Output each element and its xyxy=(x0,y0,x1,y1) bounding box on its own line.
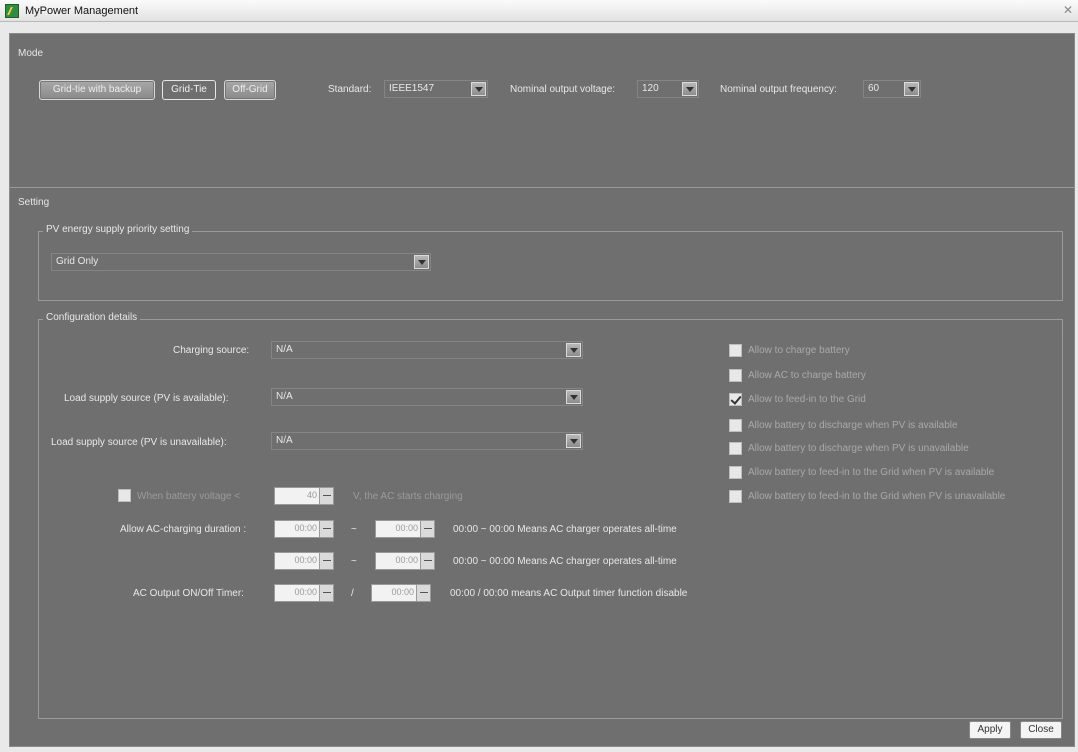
ac-time1-start-value: 00:00 xyxy=(294,523,317,533)
allow-ac-charge-battery-label: Allow AC to charge battery xyxy=(748,370,866,381)
load-pv-available-value: N/A xyxy=(276,391,293,402)
main-panel: Mode Grid-tie with backup Grid-Tie Off-G… xyxy=(9,33,1075,747)
allow-discharge-pv-unavailable-checkbox[interactable] xyxy=(729,442,742,455)
allow-battery-feed-in-pv-unavailable-label: Allow battery to feed-in to the Grid whe… xyxy=(748,491,1006,502)
charging-source-value: N/A xyxy=(276,344,293,355)
mode-section-title: Mode xyxy=(18,48,44,59)
time2-separator: ~ xyxy=(351,556,357,567)
battery-voltage-checkbox[interactable] xyxy=(118,489,131,502)
standard-label: Standard: xyxy=(328,84,372,95)
battery-voltage-spinner[interactable]: 40 xyxy=(274,487,334,505)
pv-priority-select[interactable]: Grid Only xyxy=(51,253,431,271)
config-details-legend: Configuration details xyxy=(43,312,141,323)
pv-priority-value: Grid Only xyxy=(56,256,99,267)
spinner-icon[interactable] xyxy=(319,521,333,537)
frequency-label: Nominal output frequency: xyxy=(720,84,837,95)
pv-priority-legend: PV energy supply priority setting xyxy=(43,224,193,235)
scroll-rail xyxy=(1062,334,1063,684)
chevron-down-icon xyxy=(471,82,486,96)
timer-separator: / xyxy=(351,588,354,599)
ac-time1-start-spinner[interactable]: 00:00 xyxy=(274,520,334,538)
load-pv-unavailable-value: N/A xyxy=(276,435,293,446)
chevron-down-icon xyxy=(566,343,581,357)
battery-voltage-value: 40 xyxy=(306,490,317,500)
ac-time1-end-spinner[interactable]: 00:00 xyxy=(375,520,435,538)
allow-feed-in-grid-checkbox[interactable] xyxy=(729,393,742,406)
section-divider xyxy=(10,187,1074,188)
voltage-select[interactable]: 120 xyxy=(637,80,699,98)
mode-off-grid-button[interactable]: Off-Grid xyxy=(224,80,276,100)
spinner-icon[interactable] xyxy=(319,488,333,504)
close-button[interactable]: Close xyxy=(1020,721,1062,739)
ac-timer-on-spinner[interactable]: 00:00 xyxy=(274,584,334,602)
allow-battery-feed-in-pv-available-checkbox[interactable] xyxy=(729,466,742,479)
ac-time2-start-value: 00:00 xyxy=(294,555,317,565)
ac-timer-off-spinner[interactable]: 00:00 xyxy=(371,584,431,602)
config-details-group xyxy=(38,319,1063,719)
voltage-label: Nominal output voltage: xyxy=(510,84,616,95)
chevron-down-icon xyxy=(566,390,581,404)
window-title: MyPower Management xyxy=(25,5,139,17)
mode-grid-tie-button[interactable]: Grid-Tie xyxy=(162,80,216,100)
close-icon[interactable]: ✕ xyxy=(1061,3,1075,17)
load-pv-available-select[interactable]: N/A xyxy=(271,388,583,406)
allow-discharge-pv-available-label: Allow battery to discharge when PV is av… xyxy=(748,420,958,431)
frequency-select[interactable]: 60 xyxy=(863,80,921,98)
load-pv-unavailable-select[interactable]: N/A xyxy=(271,432,583,450)
ac-time2-end-value: 00:00 xyxy=(395,555,418,565)
load-pv-unavailable-label: Load supply source (PV is unavailable): xyxy=(51,437,227,448)
chevron-down-icon xyxy=(566,434,581,448)
spinner-icon[interactable] xyxy=(420,521,434,537)
charging-source-select[interactable]: N/A xyxy=(271,341,583,359)
spinner-icon[interactable] xyxy=(319,553,333,569)
time2-note: 00:00 ~ 00:00 Means AC charger operates … xyxy=(453,556,677,567)
ac-time2-end-spinner[interactable]: 00:00 xyxy=(375,552,435,570)
timer-note: 00:00 / 00:00 means AC Output timer func… xyxy=(450,588,688,599)
standard-value: IEEE1547 xyxy=(389,83,435,94)
allow-battery-feed-in-pv-unavailable-checkbox[interactable] xyxy=(729,490,742,503)
allow-battery-feed-in-pv-available-label: Allow battery to feed-in to the Grid whe… xyxy=(748,467,995,478)
app-icon xyxy=(5,4,19,18)
allow-feed-in-grid-label: Allow to feed-in to the Grid xyxy=(748,394,866,405)
time1-separator: ~ xyxy=(351,524,357,535)
chevron-down-icon xyxy=(904,82,919,96)
ac-timer-label: AC Output ON/Off Timer: xyxy=(133,588,244,599)
spinner-icon[interactable] xyxy=(319,585,333,601)
time1-note: 00:00 ~ 00:00 Means AC charger operates … xyxy=(453,524,677,535)
ac-duration-label: Allow AC-charging duration : xyxy=(120,524,247,535)
chevron-down-icon xyxy=(682,82,697,96)
load-pv-available-label: Load supply source (PV is available): xyxy=(64,393,229,404)
ac-time2-start-spinner[interactable]: 00:00 xyxy=(274,552,334,570)
allow-charge-battery-label: Allow to charge battery xyxy=(748,345,850,356)
setting-section-title: Setting xyxy=(18,197,50,208)
allow-charge-battery-checkbox[interactable] xyxy=(729,344,742,357)
charging-source-label: Charging source: xyxy=(173,345,250,356)
frequency-value: 60 xyxy=(868,83,880,94)
chevron-down-icon xyxy=(414,255,429,269)
title-bar: MyPower Management ✕ xyxy=(0,0,1078,22)
allow-ac-charge-battery-checkbox[interactable] xyxy=(729,369,742,382)
battery-voltage-label: When battery voltage < xyxy=(137,491,241,502)
ac-time1-end-value: 00:00 xyxy=(395,523,418,533)
allow-discharge-pv-available-checkbox[interactable] xyxy=(729,419,742,432)
allow-discharge-pv-unavailable-label: Allow battery to discharge when PV is un… xyxy=(748,443,969,454)
battery-voltage-suffix: V, the AC starts charging xyxy=(353,491,463,502)
standard-select[interactable]: IEEE1547 xyxy=(384,80,488,98)
apply-button[interactable]: Apply xyxy=(969,721,1011,739)
voltage-value: 120 xyxy=(642,83,659,94)
ac-timer-on-value: 00:00 xyxy=(294,587,317,597)
mode-grid-tie-backup-button[interactable]: Grid-tie with backup xyxy=(39,80,155,100)
ac-timer-off-value: 00:00 xyxy=(391,587,414,597)
spinner-icon[interactable] xyxy=(416,585,430,601)
spinner-icon[interactable] xyxy=(420,553,434,569)
